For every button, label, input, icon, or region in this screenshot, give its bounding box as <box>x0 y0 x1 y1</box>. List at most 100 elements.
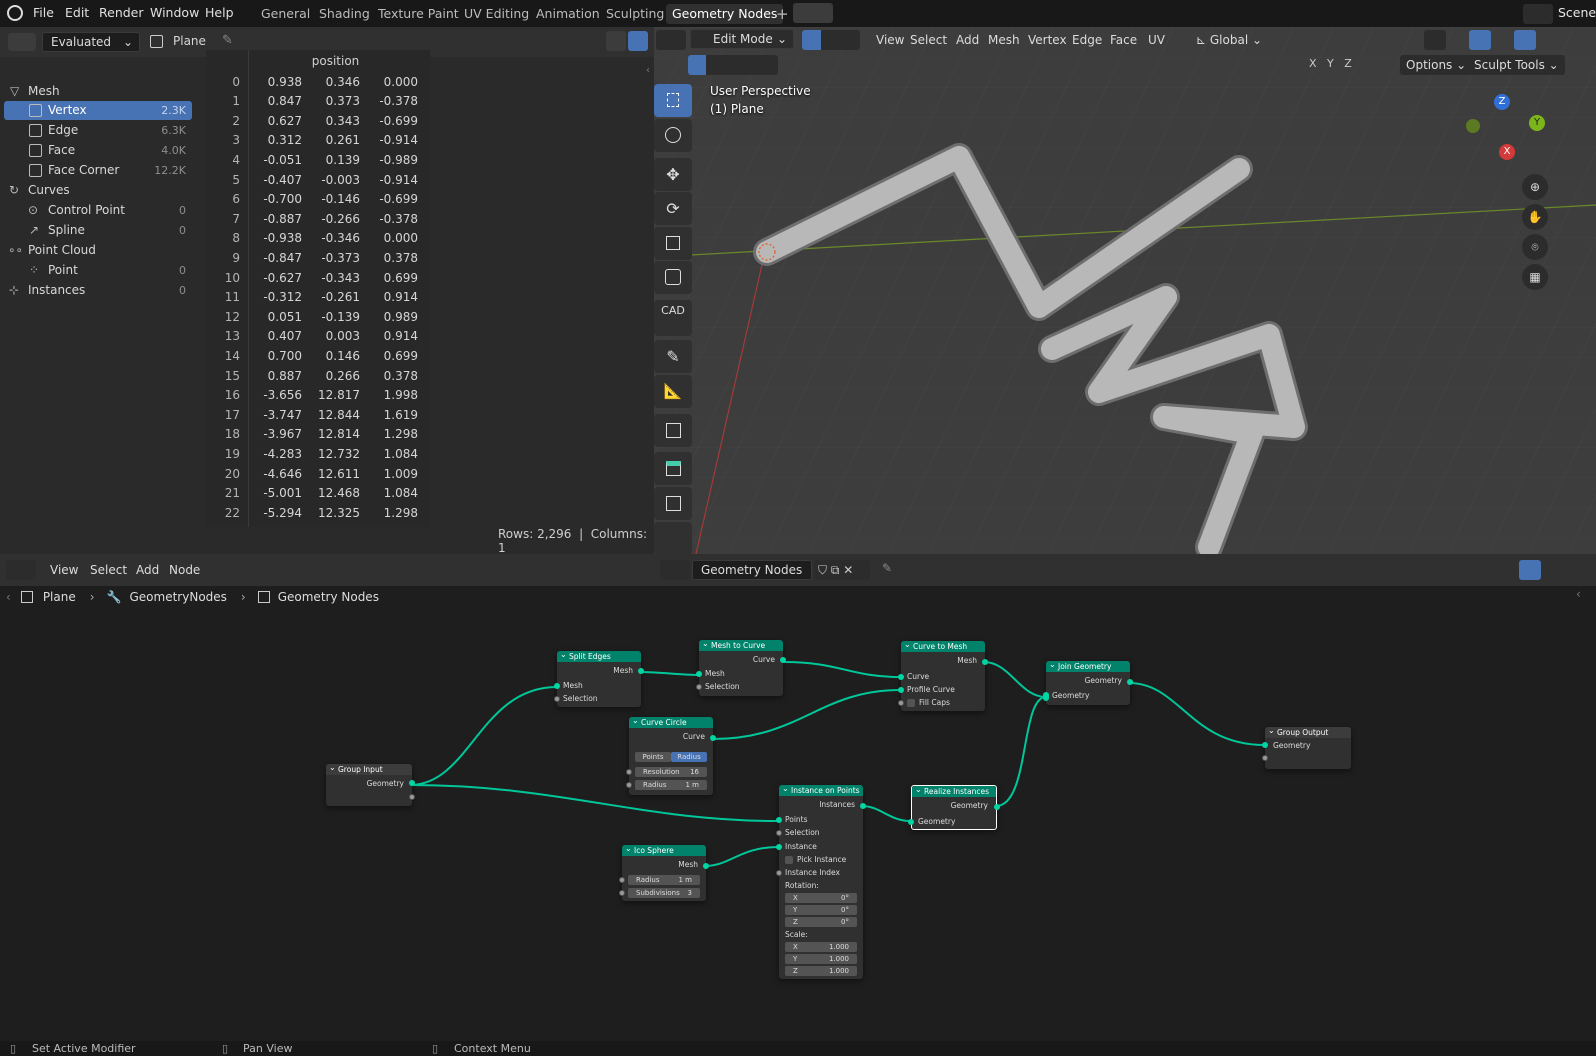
move-tool-button[interactable]: ✥ <box>654 158 692 191</box>
annotate-tool-button[interactable]: ✎ <box>654 340 692 373</box>
tab-uv-editing[interactable]: UV Editing <box>458 4 535 24</box>
menu-mesh[interactable]: Mesh <box>982 30 1026 50</box>
editor-type-icon[interactable] <box>8 33 36 51</box>
input-multi-socket[interactable] <box>1043 692 1049 701</box>
input-socket[interactable] <box>776 817 782 823</box>
pin-icon[interactable]: ✎ <box>222 33 233 48</box>
tree-item-face-corner[interactable]: Face Corner 12.2K <box>4 161 192 180</box>
select-tool-button[interactable] <box>654 84 692 117</box>
inset-tool-button[interactable] <box>654 487 692 520</box>
node-curve-circle[interactable]: Curve Circle Curve Points Radius Resolut… <box>626 715 716 795</box>
node-editor-panel[interactable]: View Select Add Node Geometry Nodes ⛉ ⧉ … <box>0 554 1596 1041</box>
pan-hand-icon[interactable]: ✋ <box>1522 204 1548 230</box>
menu-uv[interactable]: UV <box>1142 30 1171 50</box>
menu-add[interactable]: Add <box>950 30 985 50</box>
camera-icon[interactable]: ⌾ <box>1522 234 1548 260</box>
tab-general[interactable]: General <box>255 4 316 24</box>
input-socket[interactable] <box>619 877 625 883</box>
selection-filter-icon[interactable] <box>606 31 626 51</box>
input-socket[interactable] <box>776 830 782 836</box>
input-socket[interactable] <box>898 700 904 706</box>
input-socket[interactable] <box>898 674 904 680</box>
selection-mode-buttons[interactable] <box>688 55 778 75</box>
node-group-output[interactable]: Group Output Geometry <box>1262 725 1351 769</box>
scale-z-field[interactable]: Z 1.000 <box>785 966 857 976</box>
orientation-dropdown[interactable]: ⊾ Global ⌄ <box>1190 30 1268 50</box>
tab-animation[interactable]: Animation <box>530 4 606 24</box>
extrude-tool-button[interactable] <box>654 452 692 485</box>
tab-scroll-arrows[interactable] <box>793 3 833 23</box>
scene-selector-icon[interactable] <box>1523 4 1553 24</box>
zoom-icon[interactable]: ⊕ <box>1522 174 1548 200</box>
navigation-gizmo[interactable]: Z Y X <box>1466 89 1549 169</box>
overlay-toggle-icon[interactable] <box>1514 30 1536 50</box>
node-join-geometry[interactable]: Join Geometry Geometry Geometry <box>1043 659 1133 705</box>
output-socket[interactable] <box>409 780 415 786</box>
sculpt-tools-dropdown[interactable]: Sculpt Tools ⌄ <box>1468 55 1565 75</box>
output-socket[interactable] <box>703 863 709 869</box>
snap-proportional-tools[interactable] <box>1274 30 1534 50</box>
tree-item-instances[interactable]: ⊹ Instances 0 <box>4 281 192 300</box>
axis-lock-buttons[interactable]: X Y Z <box>1309 57 1352 70</box>
tree-item-control-point[interactable]: ⊙ Control Point 0 <box>4 201 192 220</box>
output-socket[interactable] <box>994 804 1000 810</box>
input-socket[interactable] <box>554 683 560 689</box>
column-header-position[interactable]: position <box>248 50 422 72</box>
gizmo-x[interactable]: X <box>1499 144 1515 160</box>
node-mesh-to-curve[interactable]: Mesh to Curve Curve Mesh Selection <box>696 638 786 696</box>
tree-item-point[interactable]: ⁘ Point 0 <box>4 261 192 280</box>
menu-edit[interactable]: Edit <box>58 0 96 27</box>
tab-shading[interactable]: Shading <box>313 4 376 24</box>
tab-geometry-nodes[interactable]: Geometry Nodes <box>666 4 784 24</box>
menu-edge[interactable]: Edge <box>1066 30 1108 50</box>
blender-logo-icon[interactable] <box>7 5 23 21</box>
mode-points-button[interactable]: Points <box>635 752 671 762</box>
rotation-y-field[interactable]: Y 0° <box>785 905 857 915</box>
resolution-field[interactable]: Resolution 16 <box>635 767 707 777</box>
menu-face[interactable]: Face <box>1104 30 1143 50</box>
empty-socket[interactable] <box>1262 755 1268 761</box>
output-socket[interactable] <box>982 659 988 665</box>
tree-item-edge[interactable]: Edge 6.3K <box>4 121 192 140</box>
bevel-tool-button[interactable] <box>654 522 692 554</box>
visibility-icon[interactable] <box>1424 30 1446 50</box>
mode-dropdown[interactable]: Edit Mode ⌄ <box>690 29 794 49</box>
output-socket[interactable] <box>780 657 786 663</box>
transform-tool-button[interactable] <box>654 261 692 294</box>
input-socket[interactable] <box>626 769 632 775</box>
collapse-arrow-icon[interactable]: ‹ <box>646 65 650 76</box>
menu-vertex[interactable]: Vertex <box>1022 30 1073 50</box>
editor-type-icon[interactable] <box>656 30 686 50</box>
tab-texture-paint[interactable]: Texture Paint <box>372 4 465 24</box>
rotation-x-field[interactable]: X 0° <box>785 893 857 903</box>
input-socket[interactable] <box>898 687 904 693</box>
add-workspace-button[interactable]: + <box>770 4 795 24</box>
scale-x-field[interactable]: X 1.000 <box>785 942 857 952</box>
tree-item-face[interactable]: Face 4.0K <box>4 141 192 160</box>
node-group-input[interactable]: Group Input Geometry <box>326 762 415 806</box>
tree-item-vertex[interactable]: Vertex 2.3K <box>4 101 192 120</box>
output-socket[interactable] <box>710 735 716 741</box>
tree-item-spline[interactable]: ↗ Spline 0 <box>4 221 192 240</box>
gizmo-toggle-icon[interactable] <box>1469 30 1491 50</box>
rotate-tool-button[interactable]: ⟳ <box>654 192 692 225</box>
measure-tool-button[interactable]: 📐 <box>654 375 692 408</box>
fill-caps-checkbox[interactable] <box>907 699 915 707</box>
output-socket[interactable] <box>860 803 866 809</box>
axis-x[interactable]: X <box>1309 57 1317 70</box>
scale-y-field[interactable]: Y 1.000 <box>785 954 857 964</box>
empty-socket[interactable] <box>409 794 415 800</box>
tree-item-curves[interactable]: ↻ Curves <box>4 181 192 200</box>
axis-z[interactable]: Z <box>1344 57 1352 70</box>
gizmo-z[interactable]: Z <box>1494 94 1510 110</box>
input-socket[interactable] <box>1262 742 1268 748</box>
input-socket[interactable] <box>619 890 625 896</box>
viewport-panel[interactable]: Edit Mode ⌄ View Select Add Mesh Vertex E… <box>654 27 1596 554</box>
evaluated-dropdown[interactable]: Evaluated ⌄ <box>42 32 140 52</box>
axis-y[interactable]: Y <box>1327 57 1334 70</box>
gizmo-y[interactable]: Y <box>1529 115 1545 131</box>
input-socket[interactable] <box>696 684 702 690</box>
add-cube-tool-button[interactable] <box>654 414 692 447</box>
subdivisions-field[interactable]: Subdivisions 3 <box>628 888 700 898</box>
input-socket[interactable] <box>626 782 632 788</box>
